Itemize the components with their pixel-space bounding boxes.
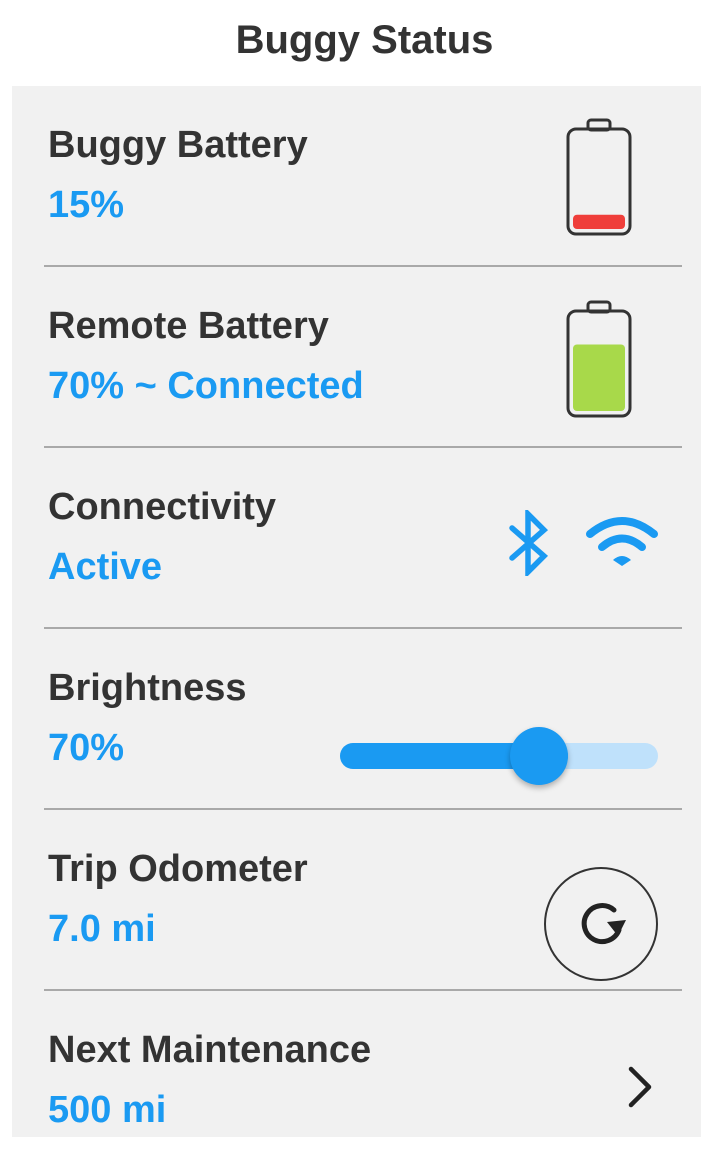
buggy-battery-label: Buggy Battery [48,124,308,166]
connectivity-row: Connectivity Active [12,448,701,628]
buggy-battery-row: Buggy Battery 15% [12,86,701,266]
next-maintenance-row[interactable]: Next Maintenance 500 mi [12,991,701,1171]
remote-battery-value: 70% ~ Connected [48,365,364,407]
status-panel: Buggy Battery 15% Remote Battery 70% ~ C… [12,86,701,1137]
trip-odometer-label: Trip Odometer [48,848,308,890]
battery-low-icon [564,118,634,243]
remote-battery-row: Remote Battery 70% ~ Connected [12,267,701,447]
page-title: Buggy Status [235,18,494,62]
brightness-value: 70% [48,727,125,769]
slider-thumb[interactable] [509,727,568,785]
trip-odometer-value: 7.0 mi [48,908,156,950]
next-maintenance-value: 500 mi [48,1089,167,1131]
remote-battery-label: Remote Battery [48,305,329,347]
connectivity-value: Active [48,546,163,588]
brightness-slider[interactable] [340,727,658,785]
bluetooth-icon[interactable] [506,507,552,581]
battery-icon [564,300,634,425]
brightness-label: Brightness [48,667,247,709]
chevron-right-icon[interactable] [624,1065,656,1114]
buggy-battery-value: 15% [48,184,125,226]
trip-odometer-row: Trip Odometer 7.0 mi [12,810,701,990]
reset-icon [581,903,626,945]
wifi-icon[interactable] [584,514,660,575]
brightness-row: Brightness 70% [12,629,701,809]
reset-odometer-button[interactable] [544,867,658,981]
next-maintenance-label: Next Maintenance [48,1029,372,1071]
connectivity-label: Connectivity [48,486,277,528]
